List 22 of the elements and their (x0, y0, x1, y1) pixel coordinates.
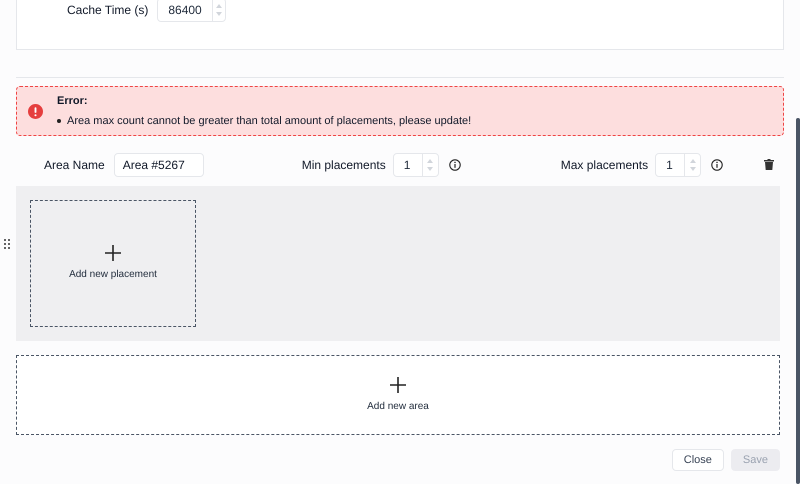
area-name-label: Area Name (44, 156, 105, 174)
bullet-icon (57, 119, 61, 124)
scrollbar[interactable] (796, 118, 800, 484)
number-field[interactable]: 1 (655, 152, 702, 176)
trash-icon[interactable] (764, 159, 774, 170)
plus-icon (390, 376, 406, 392)
footer-button[interactable]: Close (672, 449, 724, 471)
error-message: Area max count cannot be greater than total amount of placements, please update! (67, 114, 472, 129)
max-placements-label: Max placements (560, 156, 648, 174)
number-field[interactable]: 1 (392, 152, 439, 176)
number-field[interactable]: 86400 (157, 0, 226, 22)
error-icon (28, 104, 43, 118)
info-icon[interactable] (448, 158, 461, 170)
add-placement-button[interactable]: Add new placement (30, 200, 196, 327)
drag-handle-icon[interactable] (4, 239, 10, 249)
info-icon[interactable] (711, 158, 724, 170)
plus-icon (105, 245, 121, 261)
min-placements-label: Min placements (302, 156, 386, 174)
area-name-field[interactable]: Area #5267 (114, 152, 204, 176)
cache-time-label: Cache Time (s) (67, 2, 148, 19)
error-title: Error: (57, 94, 89, 108)
add-area-button[interactable]: Add new area (16, 355, 780, 435)
